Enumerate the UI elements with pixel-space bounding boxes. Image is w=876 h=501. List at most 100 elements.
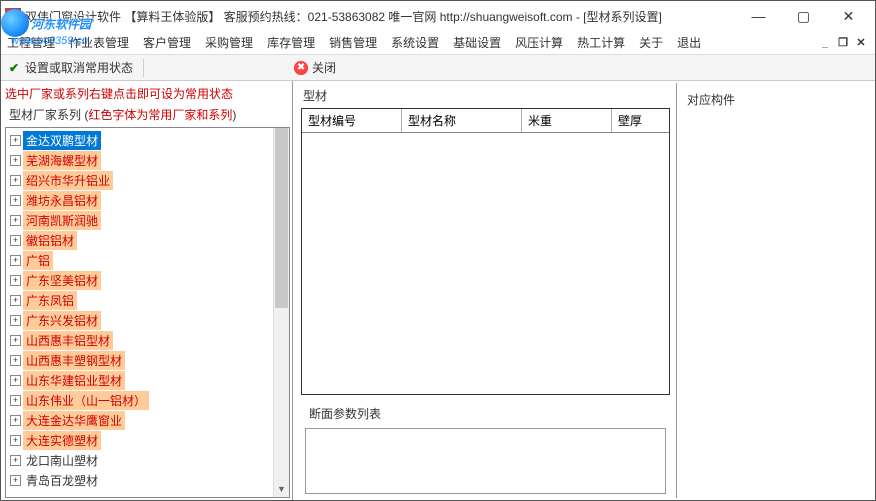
mdi-restore-button[interactable]: ❐ bbox=[835, 36, 851, 50]
tree-node[interactable]: +广铝 bbox=[8, 250, 271, 270]
tree-node[interactable]: +山西惠丰塑钢型材 bbox=[8, 350, 271, 370]
menu-exit[interactable]: 退出 bbox=[677, 34, 701, 51]
profile-table[interactable]: 型材编号 型材名称 米重 壁厚 bbox=[301, 108, 670, 395]
close-icon: ✖ bbox=[294, 61, 308, 75]
menu-inventory[interactable]: 库存管理 bbox=[267, 34, 315, 51]
menu-basic[interactable]: 基础设置 bbox=[453, 34, 501, 51]
tree-node-label[interactable]: 青岛百龙塑材 bbox=[23, 471, 101, 490]
menu-customer[interactable]: 客户管理 bbox=[143, 34, 191, 51]
tree-node-label[interactable]: 山东伟业（山一铝材） bbox=[23, 391, 149, 410]
tree-scrollbar[interactable]: ▲ ▼ bbox=[273, 128, 289, 497]
toggle-status-button[interactable]: ✔ 设置或取消常用状态 bbox=[7, 59, 133, 76]
window-close-button[interactable]: ✕ bbox=[826, 2, 871, 30]
tree-node-label[interactable]: 山西惠丰塑钢型材 bbox=[23, 351, 125, 370]
app-icon bbox=[5, 8, 21, 24]
menu-thermal[interactable]: 热工计算 bbox=[577, 34, 625, 51]
expand-icon[interactable]: + bbox=[10, 235, 21, 246]
tree-node[interactable]: +广东坚美铝材 bbox=[8, 270, 271, 290]
expand-icon[interactable]: + bbox=[10, 155, 21, 166]
tree-node-label[interactable]: 山西惠丰铝型材 bbox=[23, 331, 113, 350]
toolbar-separator bbox=[143, 59, 144, 77]
expand-icon[interactable]: + bbox=[10, 275, 21, 286]
tree-node-label[interactable]: 徽铝铝材 bbox=[23, 231, 77, 250]
tree-node-label[interactable]: 广铝 bbox=[23, 251, 53, 270]
tree-node-label[interactable]: 大连实德塑材 bbox=[23, 431, 101, 450]
tree-node[interactable]: +广东凤铝 bbox=[8, 290, 271, 310]
close-tab-button[interactable]: ✖ 关闭 bbox=[294, 59, 336, 76]
profile-area: 型材 型材编号 型材名称 米重 壁厚 断面参数列表 bbox=[295, 83, 677, 498]
scroll-thumb[interactable] bbox=[275, 128, 288, 308]
col-unit-weight[interactable]: 米重 bbox=[522, 109, 612, 132]
expand-icon[interactable]: + bbox=[10, 415, 21, 426]
window-minimize-button[interactable]: — bbox=[736, 2, 781, 30]
tree-node[interactable]: +大连金达华鹰窗业 bbox=[8, 410, 271, 430]
tree-node[interactable]: +山东伟业（山一铝材） bbox=[8, 390, 271, 410]
tree-node[interactable]: +广东兴发铝材 bbox=[8, 310, 271, 330]
component-group-label: 对应构件 bbox=[683, 87, 867, 112]
toggle-status-label: 设置或取消常用状态 bbox=[25, 59, 133, 76]
mdi-controls: _ ❐ ✕ bbox=[817, 36, 869, 50]
tree-node-label[interactable]: 金达双鹏型材 bbox=[23, 131, 101, 150]
profile-group-label: 型材 bbox=[299, 83, 672, 108]
window-titlebar: 双伟门窗设计软件 【算料王体验版】 客服预约热线：021-53863082 唯一… bbox=[1, 1, 875, 31]
expand-icon[interactable]: + bbox=[10, 175, 21, 186]
menu-purchase[interactable]: 采购管理 bbox=[205, 34, 253, 51]
expand-icon[interactable]: + bbox=[10, 315, 21, 326]
tree-node[interactable]: +山东华建铝业型材 bbox=[8, 370, 271, 390]
tree-node[interactable]: +芜湖海螺型材 bbox=[8, 150, 271, 170]
tree-node-label[interactable]: 大连金达华鹰窗业 bbox=[23, 411, 125, 430]
expand-icon[interactable]: + bbox=[10, 455, 21, 466]
expand-icon[interactable]: + bbox=[10, 135, 21, 146]
section-params-list[interactable] bbox=[305, 428, 666, 494]
expand-icon[interactable]: + bbox=[10, 395, 21, 406]
tree-node-label[interactable]: 广东凤铝 bbox=[23, 291, 77, 310]
menu-windpressure[interactable]: 风压计算 bbox=[515, 34, 563, 51]
expand-icon[interactable]: + bbox=[10, 295, 21, 306]
tree-node[interactable]: +河南凯斯润驰 bbox=[8, 210, 271, 230]
col-profile-name[interactable]: 型材名称 bbox=[402, 109, 522, 132]
menu-system[interactable]: 系统设置 bbox=[391, 34, 439, 51]
expand-icon[interactable]: + bbox=[10, 195, 21, 206]
expand-icon[interactable]: + bbox=[10, 255, 21, 266]
mdi-close-button[interactable]: ✕ bbox=[853, 36, 869, 50]
scroll-down-icon[interactable]: ▼ bbox=[274, 481, 289, 497]
col-wall-thickness[interactable]: 壁厚 bbox=[612, 109, 669, 132]
expand-icon[interactable]: + bbox=[10, 435, 21, 446]
main-content: 选中厂家或系列右键点击即可设为常用状态 型材厂家系列 (红色字体为常用厂家和系列… bbox=[1, 81, 875, 500]
tree-node-label[interactable]: 绍兴市华升铝业 bbox=[23, 171, 113, 190]
tree-node-label[interactable]: 芜湖海螺型材 bbox=[23, 151, 101, 170]
expand-icon[interactable]: + bbox=[10, 375, 21, 386]
mdi-minimize-button[interactable]: _ bbox=[817, 36, 833, 50]
tree-node-label[interactable]: 山东华建铝业型材 bbox=[23, 371, 125, 390]
tree-node[interactable]: +大连实德塑材 bbox=[8, 430, 271, 450]
tree-node-label[interactable]: 河南凯斯润驰 bbox=[23, 211, 101, 230]
menu-project[interactable]: 工程管理 bbox=[7, 34, 55, 51]
tree-node[interactable]: +徽铝铝材 bbox=[8, 230, 271, 250]
expand-icon[interactable]: + bbox=[10, 355, 21, 366]
menu-worksheet[interactable]: 作业表管理 bbox=[69, 34, 129, 51]
window-maximize-button[interactable]: ▢ bbox=[781, 2, 826, 30]
component-area: 对应构件 bbox=[677, 83, 873, 498]
tree-node[interactable]: +潍坊永昌铝材 bbox=[8, 190, 271, 210]
menu-about[interactable]: 关于 bbox=[639, 34, 663, 51]
section-params-group: 断面参数列表 bbox=[299, 399, 672, 498]
close-tab-label: 关闭 bbox=[312, 59, 336, 76]
tree-node-label[interactable]: 潍坊永昌铝材 bbox=[23, 191, 101, 210]
col-profile-code[interactable]: 型材编号 bbox=[302, 109, 402, 132]
tree-node[interactable]: +绍兴市华升铝业 bbox=[8, 170, 271, 190]
series-hint: 型材厂家系列 (红色字体为常用厂家和系列) bbox=[5, 104, 290, 127]
tree-node-label[interactable]: 龙口南山塑材 bbox=[23, 451, 101, 470]
tree-node-label[interactable]: 广东坚美铝材 bbox=[23, 271, 101, 290]
manufacturer-tree[interactable]: +金达双鹏型材+芜湖海螺型材+绍兴市华升铝业+潍坊永昌铝材+河南凯斯润驰+徽铝铝… bbox=[6, 128, 273, 497]
expand-icon[interactable]: + bbox=[10, 475, 21, 486]
component-list[interactable] bbox=[683, 112, 867, 412]
tree-node[interactable]: +龙口南山塑材 bbox=[8, 450, 271, 470]
tree-node[interactable]: +山西惠丰铝型材 bbox=[8, 330, 271, 350]
tree-node-label[interactable]: 广东兴发铝材 bbox=[23, 311, 101, 330]
tree-node[interactable]: +金达双鹏型材 bbox=[8, 130, 271, 150]
menu-sales[interactable]: 销售管理 bbox=[329, 34, 377, 51]
expand-icon[interactable]: + bbox=[10, 215, 21, 226]
tree-node[interactable]: +青岛百龙塑材 bbox=[8, 470, 271, 490]
expand-icon[interactable]: + bbox=[10, 335, 21, 346]
window-controls: — ▢ ✕ bbox=[736, 2, 871, 30]
